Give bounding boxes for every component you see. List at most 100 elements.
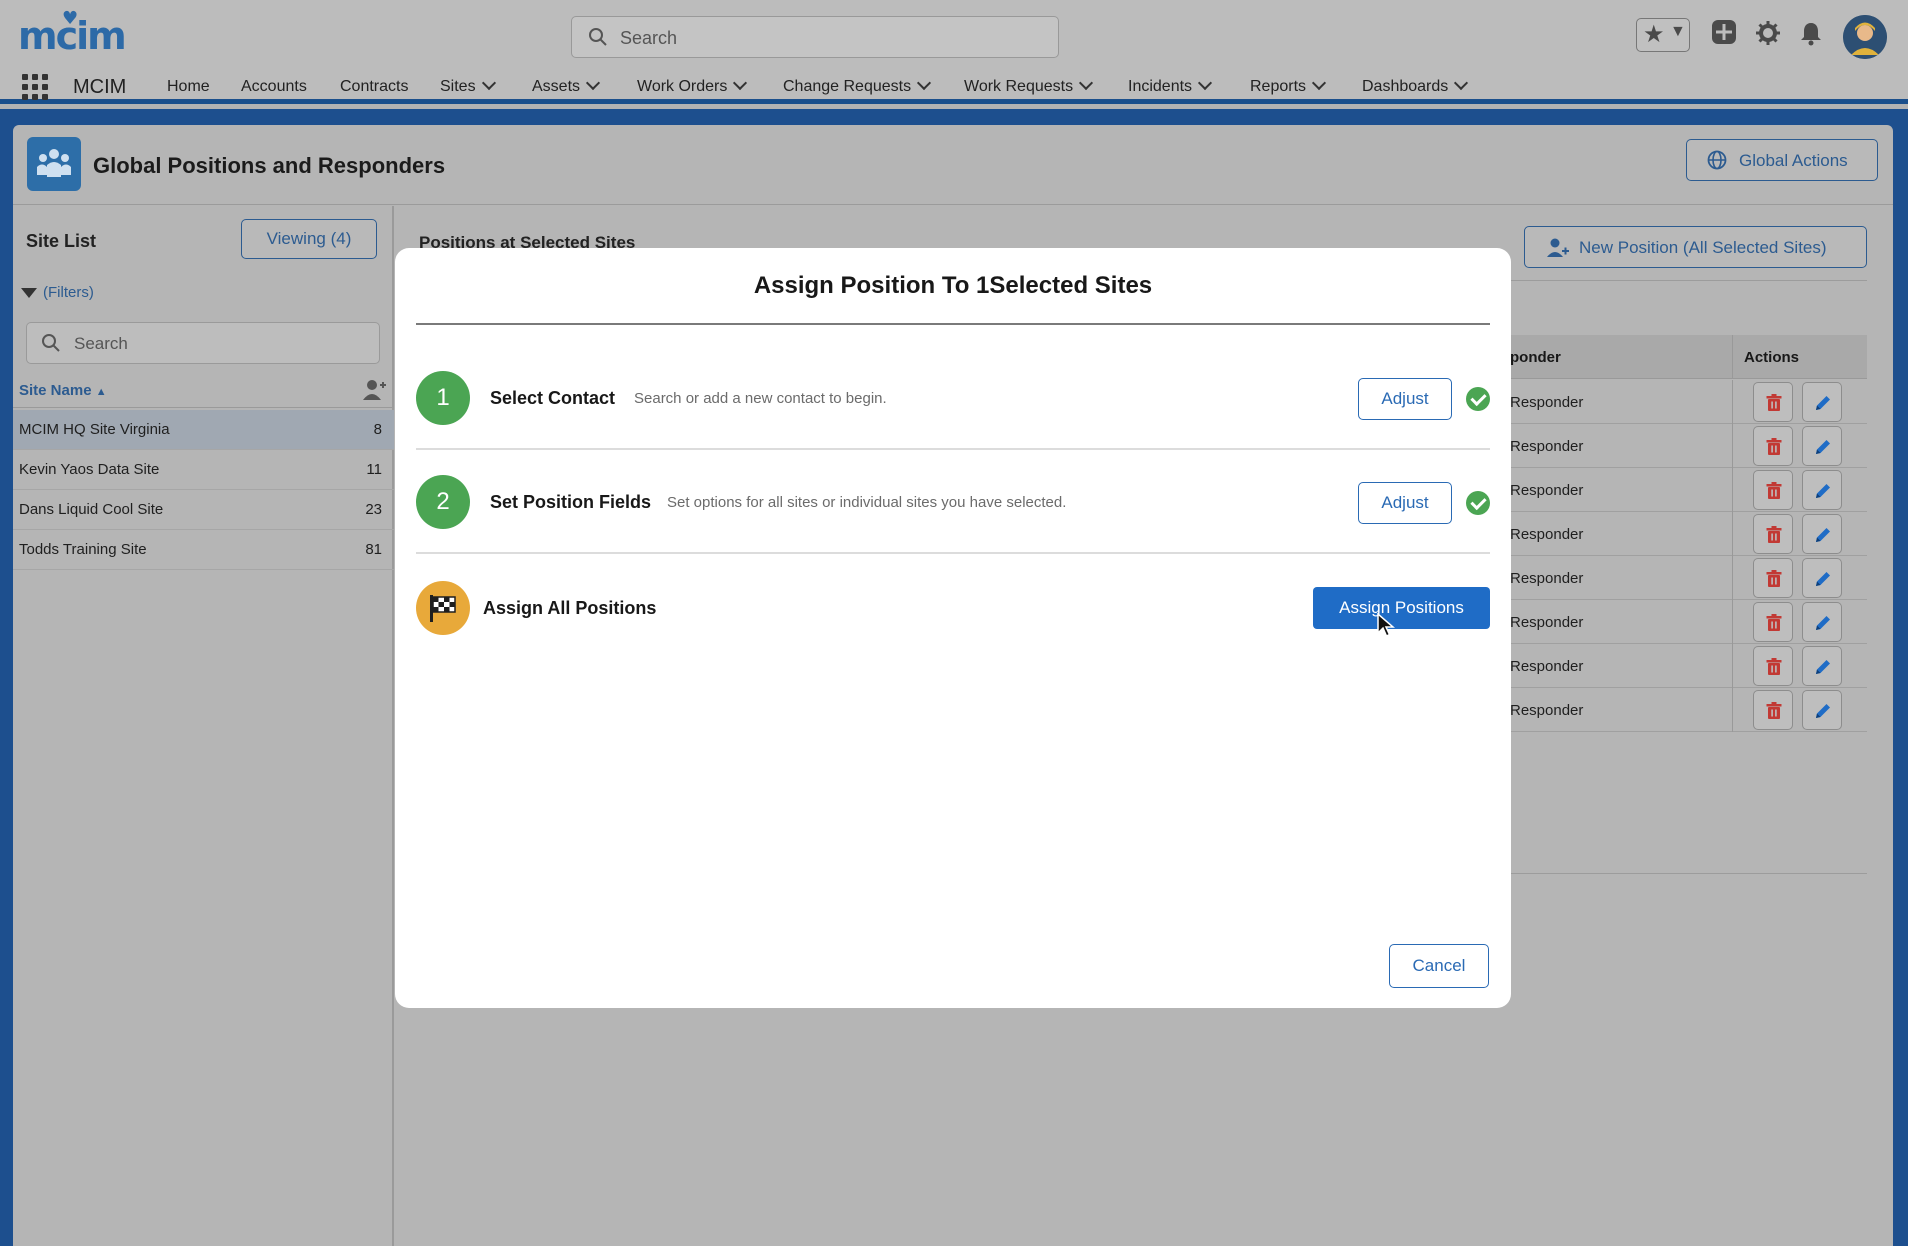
edit-position-button[interactable] xyxy=(1802,426,1842,466)
edit-position-button[interactable] xyxy=(1802,514,1842,554)
nav-work-requests[interactable]: Work Requests xyxy=(964,75,1094,96)
page-header: Global Positions and Responders Global A… xyxy=(13,125,1893,205)
delete-position-button[interactable] xyxy=(1753,514,1793,554)
step-description: Search or add a new contact to begin. xyxy=(634,390,887,407)
edit-position-button[interactable] xyxy=(1802,690,1842,730)
mouse-cursor-icon xyxy=(1377,613,1395,638)
adjust-position-fields-button[interactable]: Adjust xyxy=(1358,482,1452,524)
search-placeholder: Search xyxy=(74,334,128,353)
pencil-icon xyxy=(1816,440,1830,454)
assign-positions-button[interactable]: Assign Positions xyxy=(1313,587,1490,629)
mcim-logo[interactable]: mcim ♥ xyxy=(18,8,127,58)
app-launcher-icon[interactable] xyxy=(22,74,48,100)
site-row[interactable]: Kevin Yaos Data Site 11 xyxy=(13,450,394,490)
delete-position-button[interactable] xyxy=(1753,382,1793,422)
global-actions-button[interactable]: Global Actions xyxy=(1686,139,1878,181)
delete-position-button[interactable] xyxy=(1753,646,1793,686)
delete-position-button[interactable] xyxy=(1753,690,1793,730)
edit-position-button[interactable] xyxy=(1802,470,1842,510)
trash-icon xyxy=(1766,394,1782,411)
pencil-icon xyxy=(1816,572,1830,586)
step-description: Set options for all sites or individual … xyxy=(667,494,1067,511)
search-icon xyxy=(589,28,607,46)
pencil-icon xyxy=(1816,528,1830,542)
step-number-badge: 2 xyxy=(416,475,470,529)
delete-position-button[interactable] xyxy=(1753,602,1793,642)
responder-cell: Responder xyxy=(1510,394,1584,411)
chevron-down-icon xyxy=(481,75,496,91)
site-row[interactable]: Todds Training Site 81 xyxy=(13,530,394,570)
filter-icon xyxy=(21,288,37,298)
chevron-down-icon xyxy=(733,75,748,91)
responder-cell: Responder xyxy=(1510,438,1584,455)
nav-home[interactable]: Home xyxy=(167,78,210,96)
step-number-badge: 1 xyxy=(416,371,470,425)
trash-icon xyxy=(1766,614,1782,631)
trash-icon xyxy=(1766,658,1782,675)
filters-link[interactable]: (Filters) xyxy=(21,284,94,301)
new-position-button[interactable]: New Position (All Selected Sites) xyxy=(1524,226,1867,268)
nav-change-requests[interactable]: Change Requests xyxy=(783,75,932,96)
site-name-sort[interactable]: Site Name ▲︎ xyxy=(19,382,107,399)
nav-assets[interactable]: Assets xyxy=(532,75,601,96)
nav-incidents[interactable]: Incidents xyxy=(1128,75,1213,96)
adjust-contact-button[interactable]: Adjust xyxy=(1358,378,1452,420)
page-title: Global Positions and Responders xyxy=(93,153,446,178)
logo-heart-icon: ♥ xyxy=(62,8,78,29)
pencil-icon xyxy=(1816,660,1830,674)
sort-icon: ▲︎ xyxy=(95,386,107,398)
notifications-bell-icon[interactable] xyxy=(1798,20,1824,46)
table-row: Responder xyxy=(1510,556,1867,600)
add-icon[interactable] xyxy=(1710,18,1738,46)
viewing-button[interactable]: Viewing (4) xyxy=(241,219,377,259)
globe-icon xyxy=(1707,150,1727,170)
assign-position-modal: Assign Position To 1Selected Sites 1 Sel… xyxy=(395,248,1511,1008)
nav-reports[interactable]: Reports xyxy=(1250,75,1327,96)
nav-work-orders[interactable]: Work Orders xyxy=(637,75,748,96)
search-icon xyxy=(42,334,60,352)
delete-position-button[interactable] xyxy=(1753,470,1793,510)
favorites-button-group[interactable]: ★ ▼ xyxy=(1636,18,1690,52)
site-list-panel: Site List Viewing (4) (Filters) Search S… xyxy=(13,206,394,1246)
table-row: Responder xyxy=(1510,688,1867,732)
favorites-star-icon[interactable]: ★ xyxy=(1643,20,1665,49)
site-search-input[interactable]: Search xyxy=(26,322,380,364)
cancel-button[interactable]: Cancel xyxy=(1389,944,1489,988)
step-name: Select Contact xyxy=(490,388,616,408)
nav-accounts[interactable]: Accounts xyxy=(241,78,307,96)
responder-cell: Responder xyxy=(1510,614,1584,631)
edit-position-button[interactable] xyxy=(1802,646,1842,686)
finish-flag-badge xyxy=(416,581,470,635)
site-list-header: Site Name ▲︎ xyxy=(13,372,394,408)
edit-position-button[interactable] xyxy=(1802,382,1842,422)
table-row: Responder xyxy=(1510,380,1867,424)
nav-sites[interactable]: Sites xyxy=(440,75,496,96)
site-row[interactable]: Dans Liquid Cool Site 23 xyxy=(13,490,394,530)
positions-table-header: ponder Actions xyxy=(1510,335,1867,379)
trash-icon xyxy=(1766,702,1782,719)
divider xyxy=(416,448,1490,450)
delete-position-button[interactable] xyxy=(1753,426,1793,466)
trash-icon xyxy=(1766,438,1782,455)
table-row: Responder xyxy=(1510,644,1867,688)
nav-dashboards[interactable]: Dashboards xyxy=(1362,75,1469,96)
add-person-icon xyxy=(1547,238,1569,257)
nav-contracts[interactable]: Contracts xyxy=(340,78,408,96)
setup-gear-icon[interactable] xyxy=(1755,20,1781,46)
user-avatar[interactable] xyxy=(1843,15,1887,59)
edit-position-button[interactable] xyxy=(1802,602,1842,642)
modal-title: Assign Position To 1Selected Sites xyxy=(753,272,1153,299)
pencil-icon xyxy=(1816,704,1830,718)
chevron-down-icon xyxy=(1454,75,1469,91)
step-complete-check-icon xyxy=(1466,491,1490,515)
favorites-dropdown-icon[interactable]: ▼ xyxy=(1670,23,1686,41)
new-position-label: New Position (All Selected Sites) xyxy=(1579,238,1827,257)
edit-position-button[interactable] xyxy=(1802,558,1842,598)
global-search-input[interactable]: Search xyxy=(571,16,1059,58)
delete-position-button[interactable] xyxy=(1753,558,1793,598)
column-header-actions: Actions xyxy=(1744,349,1800,366)
site-row[interactable]: MCIM HQ Site Virginia 8 xyxy=(13,410,394,450)
trash-icon xyxy=(1766,570,1782,587)
step-complete-check-icon xyxy=(1466,387,1490,411)
pencil-icon xyxy=(1816,484,1830,498)
